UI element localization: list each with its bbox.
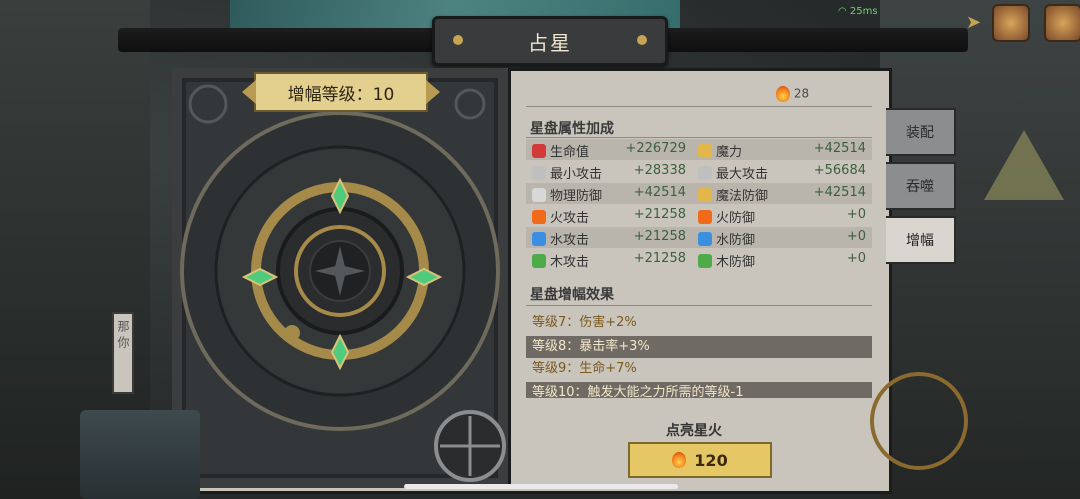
attribute-cell: 魔法防御: [698, 185, 768, 204]
fire-icon: [698, 209, 712, 224]
network-status: ◠ 25ms: [838, 6, 878, 17]
attribute-row: 水攻击 +21258 水防御 +0: [526, 227, 872, 248]
attribute-label: 魔力: [716, 145, 743, 160]
effects-title: 星盘增幅效果: [530, 287, 614, 303]
water-icon: [532, 231, 546, 246]
light-up-label: 点亮星火: [666, 423, 722, 439]
attribute-label: 生命值: [550, 145, 590, 160]
attribute-cell: 木防御: [698, 251, 755, 270]
attribute-label: 最小攻击: [550, 167, 603, 182]
moon-icon: [454, 88, 486, 120]
leaf-icon: [532, 253, 546, 268]
attribute-label: 最大攻击: [716, 167, 769, 182]
attribute-cell: 生命值: [532, 141, 589, 160]
sword-icon: [532, 165, 546, 180]
stardust-counter: 28: [776, 86, 809, 102]
attribute-cell: 木攻击: [532, 251, 589, 270]
attribute-value: +42514: [813, 185, 866, 200]
divider: [526, 106, 872, 107]
tab-boost[interactable]: 增幅: [886, 216, 956, 264]
side-scroll-note[interactable]: 那 你: [112, 312, 134, 394]
sword-icon: [698, 165, 712, 180]
shield-icon: [532, 187, 546, 202]
wand-icon: [698, 187, 712, 202]
tab-devour[interactable]: 吞噬: [886, 162, 956, 210]
attribute-value: +0: [846, 229, 866, 244]
effect-item: 等级8：暴击率+3%: [526, 336, 872, 358]
attribute-value: +21258: [633, 251, 686, 266]
stardust-amount: 28: [793, 86, 810, 101]
boost-level-banner: 增幅等级：10: [242, 72, 440, 112]
attribute-value: +21258: [633, 207, 686, 222]
flame-icon: [672, 452, 687, 468]
attribute-cell: 最大攻击: [698, 163, 768, 182]
attribute-label: 火攻击: [550, 211, 590, 226]
attribute-label: 木防御: [716, 255, 756, 270]
home-indicator[interactable]: [404, 484, 678, 489]
light-up-cost: 120: [694, 450, 728, 470]
attribute-value: +226729: [625, 141, 686, 156]
effect-item: 等级10：触发大能之力所需的等级-1: [526, 382, 872, 398]
wand-icon: [698, 143, 712, 158]
attribute-value: +0: [846, 207, 866, 222]
window-title: 占星: [528, 31, 572, 55]
attribute-cell: 水防御: [698, 229, 755, 248]
attribute-label: 魔法防御: [716, 189, 769, 204]
treasure-chest-icon[interactable]: [992, 4, 1030, 42]
orb-marker: [284, 325, 300, 341]
attribute-label: 火防御: [716, 211, 756, 226]
attribute-label: 水防御: [716, 233, 756, 248]
effect-item: 等级7：伤害+2%: [532, 315, 637, 330]
sun-icon: [188, 84, 228, 124]
attribute-value: +0: [846, 251, 866, 266]
attribute-label: 水攻击: [550, 233, 590, 248]
attribute-value: +28338: [633, 163, 686, 178]
attribute-label: 木攻击: [550, 255, 590, 270]
attribute-value: +56684: [813, 163, 866, 178]
divider: [526, 305, 872, 306]
attribute-cell: 物理防御: [532, 185, 602, 204]
attribute-row: 物理防御 +42514 魔法防御 +42514: [526, 183, 872, 204]
star-chart-board: [172, 68, 511, 488]
flame-icon: [776, 86, 790, 102]
attribute-value: +42514: [633, 185, 686, 200]
attribute-cell: 最小攻击: [532, 163, 602, 182]
water-icon: [698, 231, 712, 246]
wifi-icon: ◠: [838, 6, 847, 17]
attribute-cell: 火攻击: [532, 207, 589, 226]
attribute-row: 火攻击 +21258 火防御 +0: [526, 205, 872, 226]
armillary-sphere-decoration: [870, 372, 968, 470]
heart-icon: [532, 143, 546, 158]
effect-item: 等级9：生命+7%: [532, 361, 637, 376]
attribute-row: 生命值 +226729 魔力 +42514: [526, 139, 872, 160]
attribute-cell: 水攻击: [532, 229, 589, 248]
books-decoration: [80, 410, 200, 499]
star-chart-wheel: [180, 84, 506, 482]
title-plate: 占星: [432, 16, 668, 66]
leaf-icon: [698, 253, 712, 268]
fire-icon: [532, 209, 546, 224]
attribute-row: 木攻击 +21258 木防御 +0: [526, 249, 872, 270]
attribute-cell: 魔力: [698, 141, 742, 160]
attribute-row: 最小攻击 +28338 最大攻击 +56684: [526, 161, 872, 182]
divider: [526, 137, 872, 138]
light-up-button[interactable]: 120: [628, 442, 772, 478]
tab-equip[interactable]: 装配: [886, 108, 956, 156]
gift-icon[interactable]: [1044, 4, 1080, 42]
crystal-decoration: [984, 130, 1064, 200]
attributes-title: 星盘属性加成: [530, 121, 614, 137]
ping-text: 25ms: [849, 6, 878, 17]
attribute-value: +21258: [633, 229, 686, 244]
effects-list[interactable]: 等级7：伤害+2% 等级8：暴击率+3% 等级9：生命+7% 等级10：触发大能…: [526, 312, 872, 398]
attribute-label: 物理防御: [550, 189, 603, 204]
arrow-right-icon[interactable]: ➤: [966, 12, 981, 33]
attribute-value: +42514: [813, 141, 866, 156]
attribute-cell: 火防御: [698, 207, 755, 226]
